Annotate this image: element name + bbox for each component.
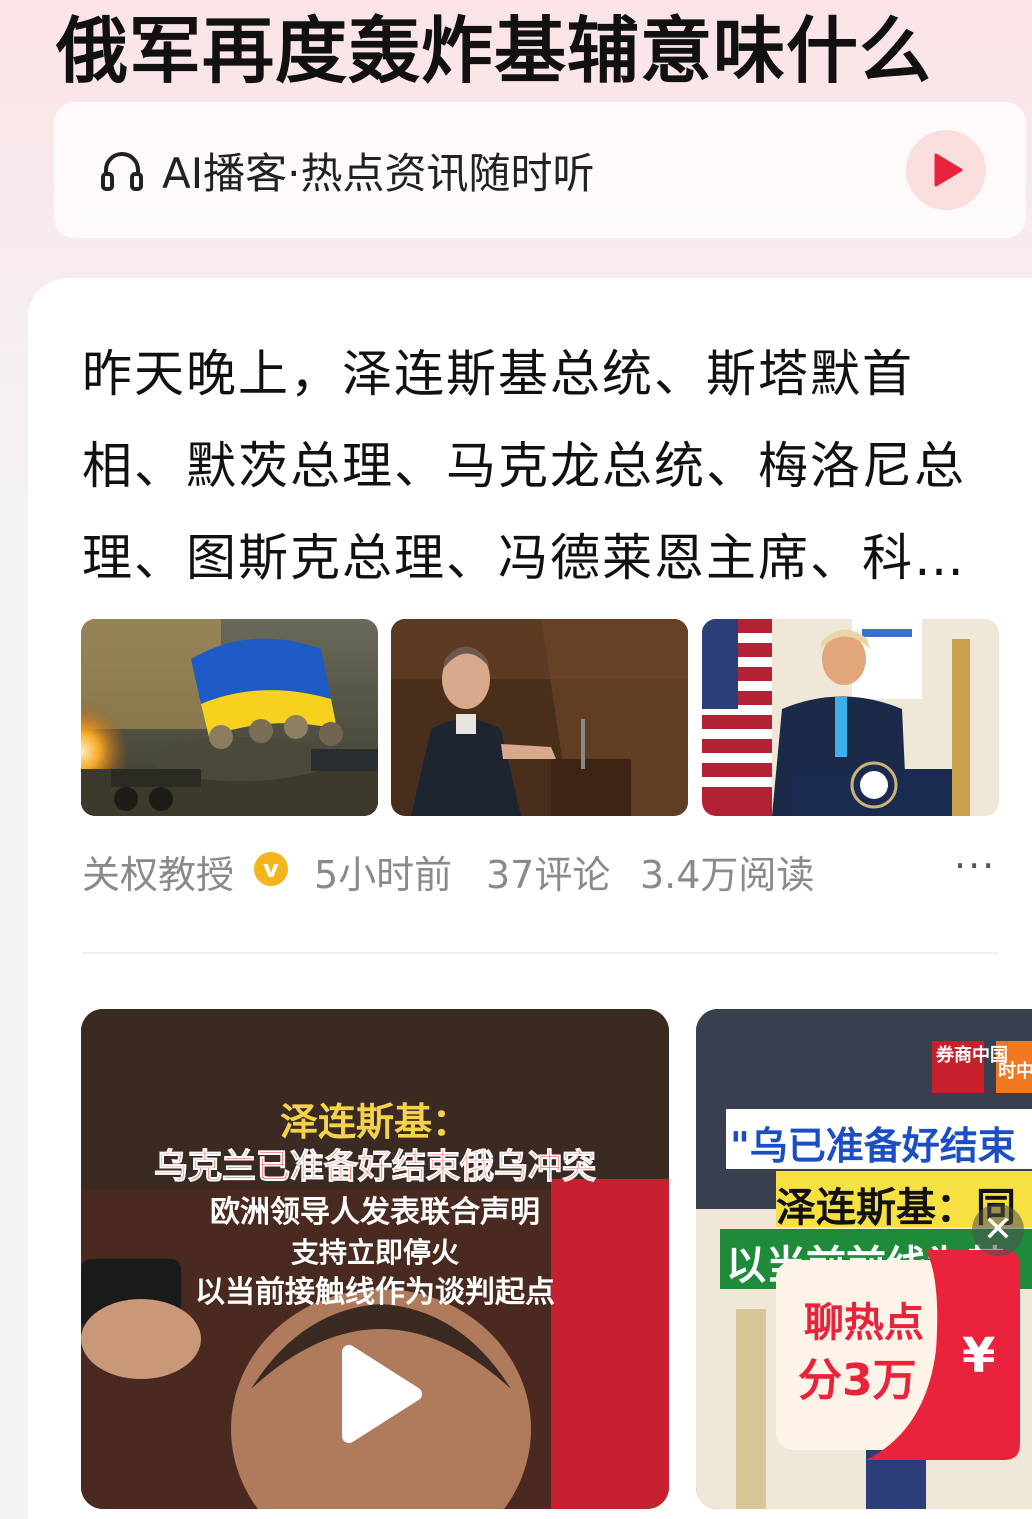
news-logo: 券商中国 <box>936 1045 1008 1066</box>
podcast-play-button[interactable] <box>906 130 986 210</box>
divider <box>82 952 999 954</box>
video-play-icon[interactable] <box>333 1344 423 1444</box>
verified-badge-icon: v <box>254 852 288 886</box>
video-caption-line4: 支持立即停火 <box>290 1236 459 1269</box>
yuan-icon: ¥ <box>962 1328 996 1384</box>
news-logo-2: 时中 <box>998 1061 1032 1082</box>
promo-line2: 分3万 <box>798 1355 917 1406</box>
headphones-icon <box>101 152 143 191</box>
promo-line1: 聊热点 <box>804 1300 924 1346</box>
podcast-label: AI播客·热点资讯随时听 <box>162 149 595 198</box>
article-headline[interactable]: 俄军再度轰炸基辅意味什么 <box>56 0 932 97</box>
comment-count[interactable]: 37评论 <box>486 844 610 899</box>
ai-podcast-bar[interactable]: AI播客·热点资讯随时听 <box>54 102 1026 238</box>
video-caption-line5: 以当前接触线作为谈判起点 <box>195 1275 555 1310</box>
read-count: 3.4万阅读 <box>640 853 815 897</box>
video-caption-title: 泽连斯基： <box>279 1100 470 1144</box>
more-options-button[interactable]: ··· <box>954 844 1000 894</box>
video-caption-line3: 欧洲领导人发表联合声明 <box>210 1195 540 1230</box>
trump-podium-photo[interactable] <box>702 619 999 816</box>
author-name[interactable]: 关权教授 <box>82 844 234 899</box>
video-caption-subtitle: 乌克兰已准备好结束俄乌冲突 <box>154 1147 597 1188</box>
video-card-zelensky[interactable]: 泽连斯基： 乌克兰已准备好结束俄乌冲突 欧洲领导人发表联合声明 支持立即停火 以… <box>81 1009 669 1509</box>
article-meta: 关权教授 v 5小时前 37评论 3.4万阅读 ··· <box>82 844 1002 897</box>
macron-speaking-photo[interactable] <box>391 619 688 816</box>
play-icon <box>934 153 963 187</box>
page: 俄军再度轰炸基辅意味什么 AI播客·热点资讯随时听 昨天晚上，泽连斯基总统、斯塔… <box>0 0 1032 1519</box>
ukraine-soldiers-flag-photo[interactable] <box>81 619 378 816</box>
hot-topic-reward-promo[interactable]: 聊热点 分3万 ¥ <box>776 1250 1020 1460</box>
publish-time: 5小时前 <box>314 853 453 897</box>
article-summary[interactable]: 昨天晚上，泽连斯基总统、斯塔默首相、默茨总理、马克龙总统、梅洛尼总理、图斯克总理… <box>82 328 1012 604</box>
video2-caption-title: "乌已准备好结束 <box>730 1124 1016 1168</box>
close-icon[interactable]: ✕ <box>972 1204 1024 1256</box>
